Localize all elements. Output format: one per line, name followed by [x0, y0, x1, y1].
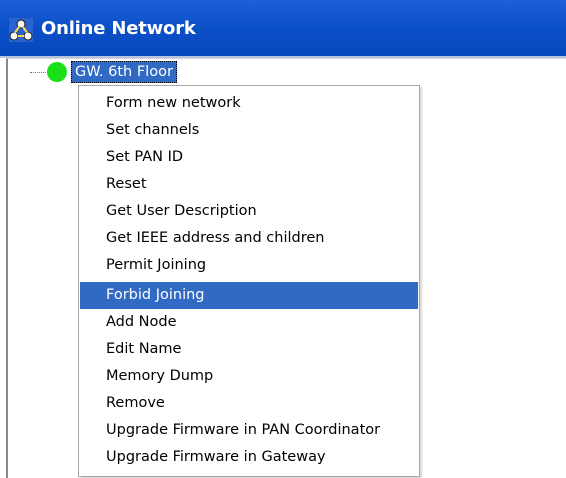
menu-item-get-user-description[interactable]: Get User Description [80, 198, 418, 225]
menu-item-upgrade-firmware-pan[interactable]: Upgrade Firmware in PAN Coordinator [80, 417, 418, 444]
menu-item-upgrade-firmware-gateway[interactable]: Upgrade Firmware in Gateway [80, 444, 418, 471]
menu-item-remove[interactable]: Remove [80, 390, 418, 417]
menu-item-edit-name[interactable]: Edit Name [80, 336, 418, 363]
menu-item-permit-joining[interactable]: Permit Joining [80, 252, 418, 279]
menu-item-reset[interactable]: Reset [80, 171, 418, 198]
menu-item-memory-dump[interactable]: Memory Dump [80, 363, 418, 390]
online-status-icon [47, 62, 67, 82]
menu-item-add-node[interactable]: Add Node [80, 309, 418, 336]
context-menu: Form new network Set channels Set PAN ID… [78, 85, 420, 477]
menu-item-get-ieee-address[interactable]: Get IEEE address and children [80, 225, 418, 252]
window-title: Online Network [41, 18, 196, 39]
menu-item-forbid-joining[interactable]: Forbid Joining [80, 282, 418, 309]
menu-item-set-channels[interactable]: Set channels [80, 117, 418, 144]
menu-item-set-pan-id[interactable]: Set PAN ID [80, 144, 418, 171]
online-network-window: Online Network GW. 6th Floor Form new ne… [0, 0, 566, 478]
network-tree-icon [9, 18, 33, 42]
menu-item-form-new-network[interactable]: Form new network [80, 90, 418, 117]
title-bar[interactable]: Online Network [0, 0, 566, 58]
tree-node-gateway[interactable]: GW. 6th Floor [71, 61, 177, 83]
